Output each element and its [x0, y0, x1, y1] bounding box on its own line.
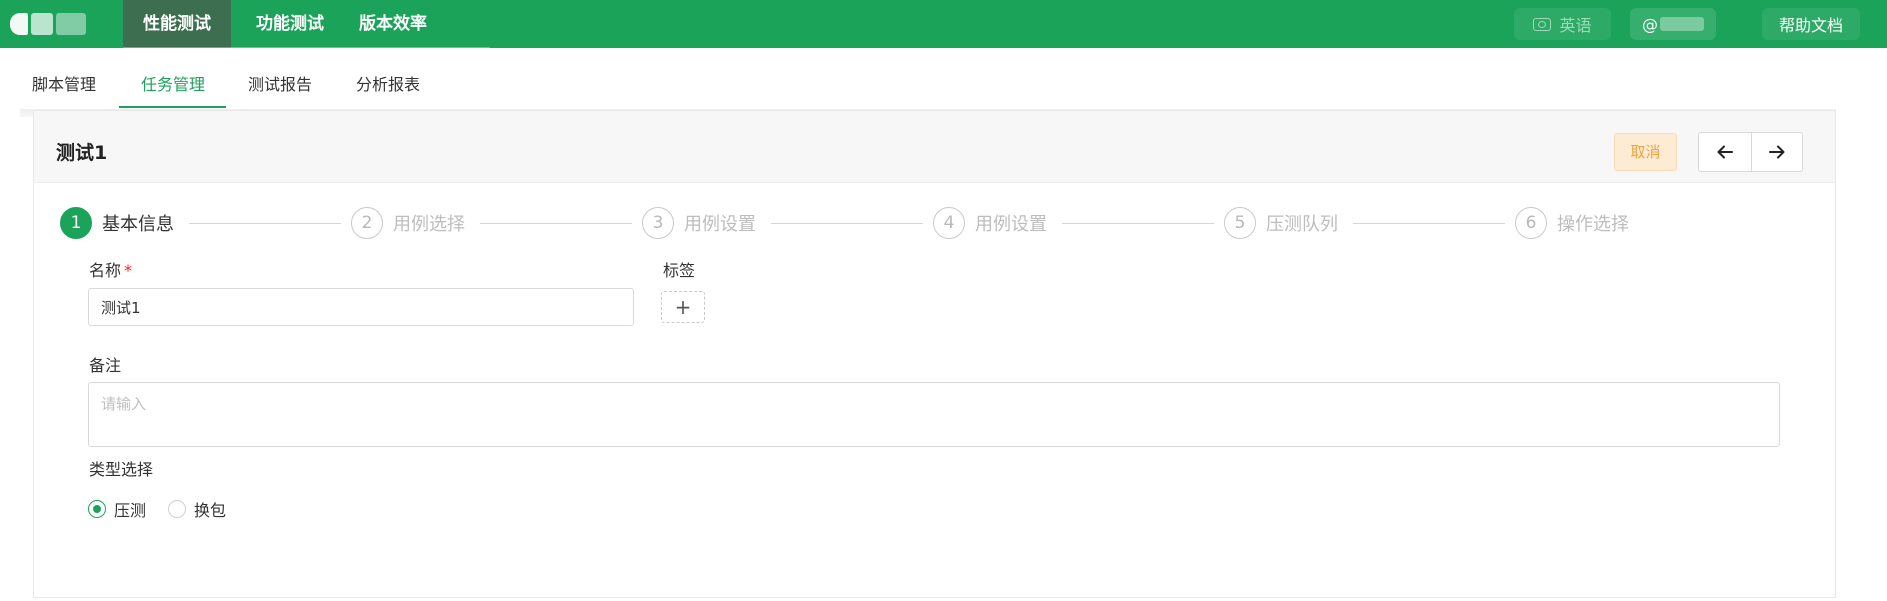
- user-menu[interactable]: @: [1630, 8, 1716, 40]
- step-5[interactable]: 5 压测队列: [1224, 207, 1338, 239]
- subtab-reports[interactable]: 测试报告: [248, 71, 312, 95]
- subtab-scripts[interactable]: 脚本管理: [32, 71, 96, 95]
- nav-tab-performance[interactable]: 性能测试: [123, 0, 231, 48]
- radio-unchecked-icon: [168, 500, 186, 518]
- top-nav-bar: 性能测试 功能测试 版本效率 英语 @ 帮助文档: [0, 0, 1887, 49]
- subtab-tasks[interactable]: 任务管理: [141, 71, 205, 95]
- nav-tab-functional[interactable]: 功能测试: [240, 0, 340, 48]
- active-tab-indicator: [119, 106, 226, 108]
- step-connector: [189, 223, 341, 224]
- step-3[interactable]: 3 用例设置: [642, 207, 756, 239]
- step-label: 用例设置: [684, 214, 756, 235]
- step-label: 基本信息: [102, 214, 174, 235]
- name-label-text: 名称: [89, 261, 122, 280]
- step-number: 2: [351, 207, 383, 239]
- plus-icon: +: [674, 295, 692, 319]
- add-tag-button[interactable]: +: [661, 291, 705, 323]
- name-input[interactable]: 测试1: [88, 288, 634, 326]
- card-header: 测试1 取消: [34, 111, 1835, 183]
- radio-label: 压测: [114, 501, 147, 520]
- next-step-button[interactable]: [1750, 133, 1803, 171]
- step-number: 3: [642, 207, 674, 239]
- language-switch-button[interactable]: 英语: [1514, 8, 1611, 40]
- step-1[interactable]: 1 基本信息: [60, 207, 174, 239]
- remark-placeholder: 请输入: [101, 395, 147, 413]
- step-connector: [1062, 223, 1214, 224]
- step-number: 6: [1515, 207, 1547, 239]
- remark-textarea[interactable]: 请输入: [88, 382, 1780, 447]
- step-label: 操作选择: [1557, 214, 1629, 235]
- step-connector: [1353, 223, 1505, 224]
- page-title: 测试1: [56, 142, 108, 164]
- type-field-label: 类型选择: [89, 460, 154, 479]
- step-number: 5: [1224, 207, 1256, 239]
- step-label: 用例设置: [975, 214, 1047, 235]
- arrow-left-icon: [1717, 145, 1733, 159]
- user-label: @: [1642, 14, 1658, 34]
- radio-label: 换包: [194, 501, 227, 520]
- user-name-redacted: [1660, 17, 1704, 31]
- step-label: 压测队列: [1266, 214, 1338, 235]
- radio-pressure-test[interactable]: 压测: [88, 497, 146, 521]
- name-input-value: 测试1: [101, 298, 141, 317]
- sub-tabs: 脚本管理 任务管理 测试报告 分析报表: [0, 48, 1887, 109]
- help-docs-button[interactable]: 帮助文档: [1762, 8, 1860, 40]
- step-connector: [480, 223, 632, 224]
- step-number: 4: [933, 207, 965, 239]
- arrow-right-icon: [1768, 145, 1785, 159]
- prev-step-button[interactable]: [1699, 133, 1751, 171]
- radio-package-swap[interactable]: 换包: [168, 497, 226, 521]
- step-nav-group: [1698, 132, 1803, 172]
- step-number: 1: [60, 207, 92, 239]
- tag-field-label: 标签: [663, 261, 696, 280]
- logo[interactable]: [10, 6, 102, 42]
- step-6[interactable]: 6 操作选择: [1515, 207, 1629, 239]
- cancel-button[interactable]: 取消: [1614, 133, 1677, 171]
- required-mark: *: [124, 261, 133, 280]
- step-connector: [771, 223, 923, 224]
- task-edit-card: 测试1 取消 1 基本信息 2 用例选择 3 用例设置 4 用例设置 5 压测队…: [33, 110, 1836, 598]
- translate-icon: [1533, 17, 1552, 31]
- name-field-label: 名称 *: [89, 257, 132, 281]
- nav-tab-version-efficiency[interactable]: 版本效率: [348, 0, 438, 48]
- step-4[interactable]: 4 用例设置: [933, 207, 1047, 239]
- subtab-analysis[interactable]: 分析报表: [356, 71, 420, 95]
- language-label: 英语: [1559, 16, 1592, 35]
- radio-checked-icon: [88, 500, 106, 518]
- step-2[interactable]: 2 用例选择: [351, 207, 465, 239]
- step-label: 用例选择: [393, 214, 465, 235]
- remark-field-label: 备注: [89, 356, 122, 375]
